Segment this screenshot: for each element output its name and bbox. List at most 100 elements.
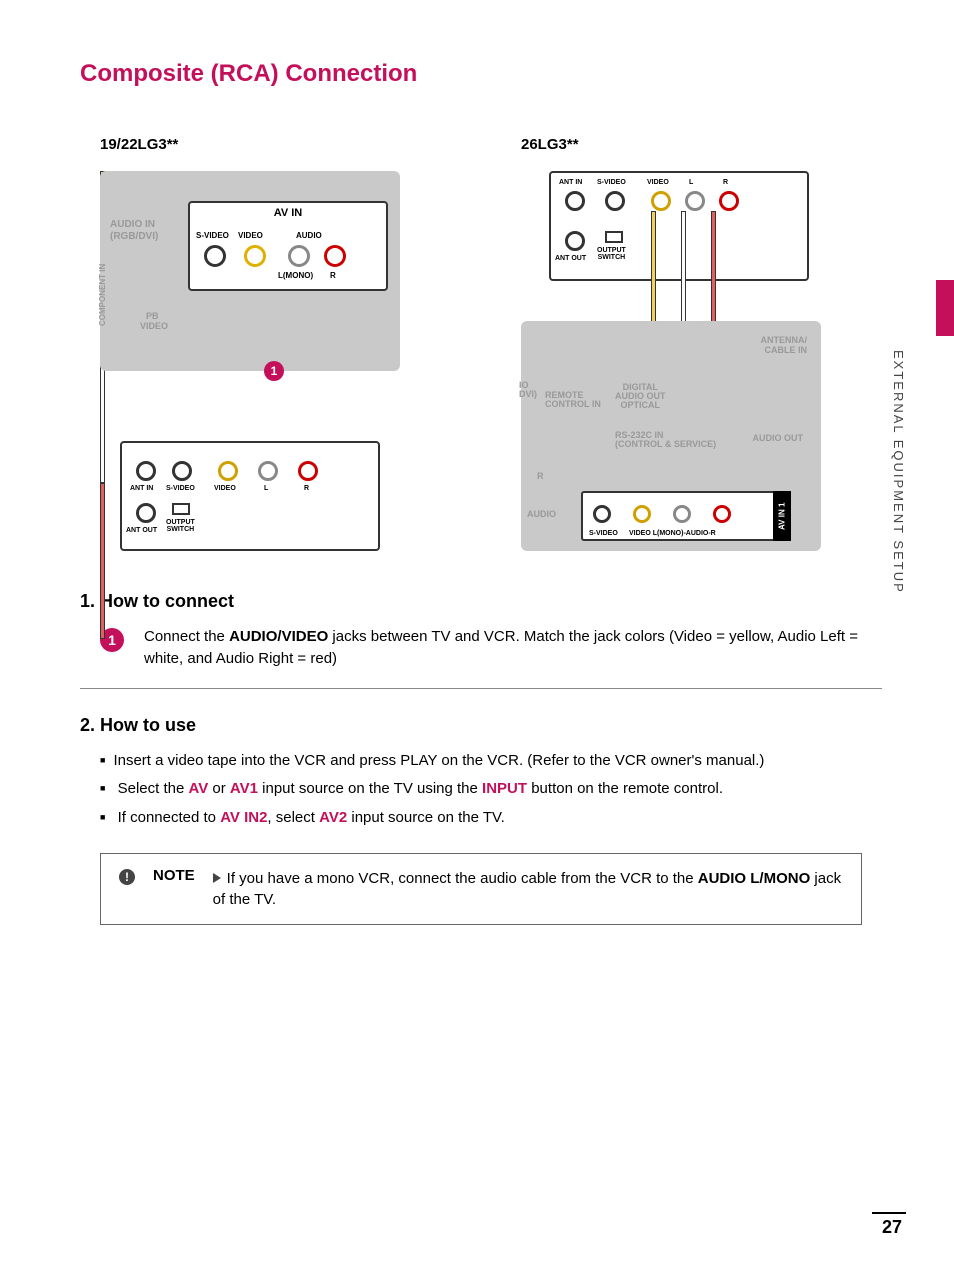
- jack-r-vcr: [298, 461, 318, 481]
- kw-av2: AV2: [319, 809, 347, 826]
- lbl-r-vcr: R: [304, 485, 309, 492]
- jack-avin1-video: [633, 505, 651, 523]
- diagram-26lg3: 26LG3** ANT IN S-VIDEO VIDEO L R ANT OUT: [521, 136, 882, 551]
- section-how-to-use: 2. How to use Insert a video tape into t…: [80, 715, 882, 926]
- lbl-ant-out: ANT OUT: [126, 527, 157, 534]
- note-box: ! NOTE If you have a mono VCR, connect t…: [100, 853, 862, 925]
- jack-ant-out: [136, 503, 156, 523]
- jack-video: [244, 245, 266, 267]
- jack-video-vcr: [218, 461, 238, 481]
- lbl-r-b: R: [723, 179, 728, 186]
- label-component-in: COMPONENT IN: [98, 264, 107, 326]
- t: button on the remote control.: [527, 780, 723, 797]
- page-number-rule: [872, 1212, 906, 1214]
- step-marker-a: 1: [264, 361, 284, 381]
- note-text: If you have a mono VCR, connect the audi…: [213, 868, 843, 910]
- jack-l-vcr: [258, 461, 278, 481]
- lbl-avin1-strip: VIDEO L(MONO)-AUDIO-R: [629, 530, 716, 537]
- cable-audio-r: [100, 483, 105, 639]
- jack-ant-in-b: [565, 191, 585, 211]
- label-rs232c: RS-232C IN (CONTROL & SERVICE): [615, 431, 716, 449]
- t: or: [208, 780, 230, 797]
- t: Select the: [118, 780, 189, 797]
- sidebar-tab: [936, 280, 954, 336]
- heading-use: 2. How to use: [80, 715, 882, 736]
- model-label-a: 19/22LG3**: [100, 136, 461, 153]
- lbl-l-vcr: L: [264, 485, 268, 492]
- t: If you have a mono VCR, connect the audi…: [227, 870, 698, 887]
- divider: [80, 688, 882, 689]
- bullet-2: Select the AV or AV1 input source on the…: [100, 778, 882, 801]
- lbl-output-switch: OUTPUT SWITCH: [166, 519, 195, 533]
- lbl-avin1-svideo: S-VIDEO: [589, 530, 618, 537]
- triangle-icon: [213, 873, 221, 883]
- label-audio-out: AUDIO OUT: [753, 433, 804, 443]
- lbl-svideo-b: S-VIDEO: [597, 179, 626, 186]
- jack-avin1-r: [713, 505, 731, 523]
- diagram-19-22lg3: 19/22LG3** AUDIO IN (RGB/DVI) COMPONENT …: [100, 136, 461, 551]
- label-pb: PB: [146, 311, 159, 321]
- label-video2: VIDEO: [140, 321, 168, 331]
- label-video: VIDEO: [238, 231, 263, 240]
- kw-av: AV: [189, 780, 209, 797]
- alert-icon: !: [119, 869, 135, 885]
- kw-audio-lmono: AUDIO L/MONO: [698, 870, 811, 887]
- lbl-video-vcr: VIDEO: [214, 485, 236, 492]
- tv-back-panel: AUDIO IN (RGB/DVI) COMPONENT IN PB VIDEO…: [100, 171, 400, 371]
- av-in-box: AV IN S-VIDEO VIDEO AUDIO L(MONO) R: [188, 201, 388, 291]
- label-r: R: [330, 271, 336, 280]
- lbl-svideo-vcr: S-VIDEO: [166, 485, 195, 492]
- jack-svideo-vcr: [172, 461, 192, 481]
- jack-audio-r: [324, 245, 346, 267]
- jack-video-b: [651, 191, 671, 211]
- jack-ant-out-b: [565, 231, 585, 251]
- bullet-1: Insert a video tape into the VCR and pre…: [100, 750, 882, 773]
- avin1-tag: AV IN 1: [773, 491, 791, 541]
- label-remote: REMOTE CONTROL IN: [545, 391, 601, 409]
- section-how-to-connect: 1. How to connect 1 Connect the AUDIO/VI…: [80, 591, 882, 689]
- jack-r-b: [719, 191, 739, 211]
- jack-svideo-b: [605, 191, 625, 211]
- vcr-panel-b: ANT IN S-VIDEO VIDEO L R ANT OUT OUTPUT …: [549, 171, 809, 281]
- diagram-row: 19/22LG3** AUDIO IN (RGB/DVI) COMPONENT …: [100, 136, 882, 551]
- kw-audio-video: AUDIO/VIDEO: [229, 628, 328, 645]
- sidebar-section-label: EXTERNAL EQUIPMENT SETUP: [891, 350, 906, 594]
- lbl-output-switch-b: OUTPUT SWITCH: [597, 247, 626, 261]
- jack-avin1-l: [673, 505, 691, 523]
- bullet-3: If connected to AV IN2, select AV2 input…: [100, 807, 882, 830]
- lbl-ant-in-b: ANT IN: [559, 179, 582, 186]
- t: input source on the TV.: [347, 809, 505, 826]
- step-1-text: Connect the AUDIO/VIDEO jacks between TV…: [144, 626, 882, 670]
- av-in-title: AV IN: [190, 207, 386, 219]
- label-svideo: S-VIDEO: [196, 231, 229, 240]
- t: If connected to: [118, 809, 221, 826]
- jack-l-b: [685, 191, 705, 211]
- page-number: 27: [882, 1217, 902, 1238]
- lbl-ant-in: ANT IN: [130, 485, 153, 492]
- kw-input: INPUT: [482, 780, 527, 797]
- jack-avin1-svideo: [593, 505, 611, 523]
- note-label: NOTE: [153, 867, 195, 884]
- jack-svideo: [204, 245, 226, 267]
- label-lmono: L(MONO): [278, 271, 313, 280]
- t: Connect the: [144, 628, 229, 645]
- av-in1-box: S-VIDEO VIDEO L(MONO)-AUDIO-R AV IN 1: [581, 491, 791, 541]
- label-rgb-dvi: (RGB/DVI): [110, 231, 158, 242]
- kw-avin2: AV IN2: [220, 809, 267, 826]
- lbl-l-b: L: [689, 179, 693, 186]
- jack-ant-in: [136, 461, 156, 481]
- label-audio2: AUDIO: [527, 509, 556, 519]
- model-label-b: 26LG3**: [521, 136, 882, 153]
- output-switch: [172, 503, 190, 515]
- output-switch-b: [605, 231, 623, 243]
- label-r2: R: [537, 471, 544, 481]
- label-io-dvi: IO DVI): [519, 381, 537, 399]
- label-digital-audio: DIGITAL AUDIO OUT OPTICAL: [615, 383, 666, 410]
- label-audio-in: AUDIO IN: [110, 219, 155, 230]
- label-audio: AUDIO: [296, 231, 322, 240]
- heading-connect: 1. How to connect: [80, 591, 882, 612]
- vcr-panel-a: ANT IN S-VIDEO VIDEO L R ANT OUT OUTPUT …: [120, 441, 380, 551]
- jack-audio-l: [288, 245, 310, 267]
- tv-back-panel-b: ANTENNA/ CABLE IN DIGITAL AUDIO OUT OPTI…: [521, 321, 821, 551]
- kw-av1: AV1: [230, 780, 258, 797]
